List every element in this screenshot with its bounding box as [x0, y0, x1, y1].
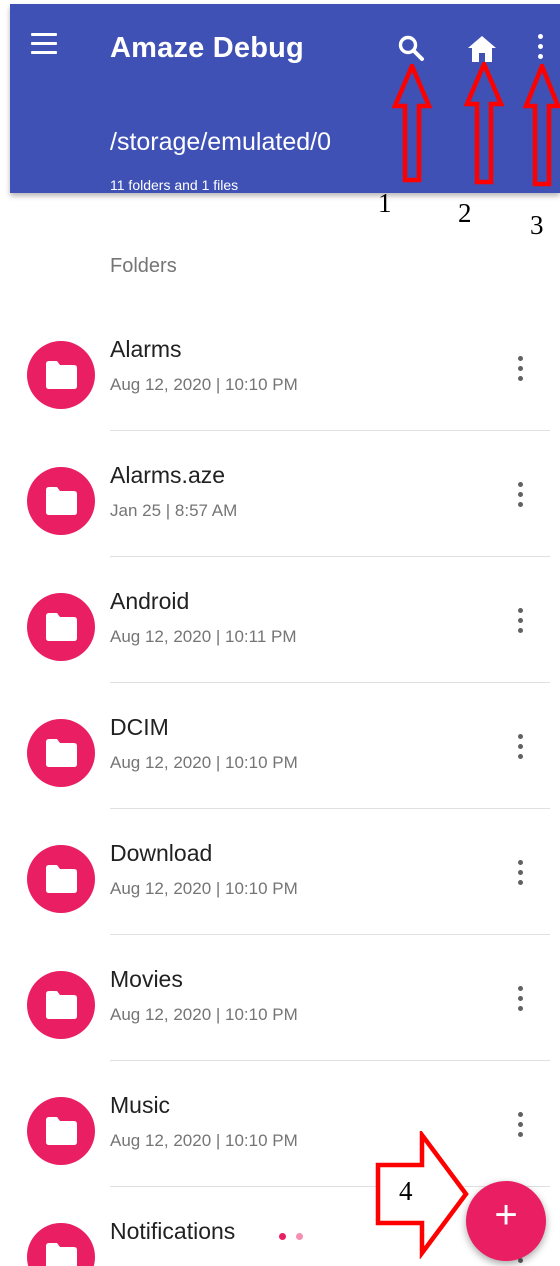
more-vert-icon [518, 860, 523, 865]
menu-button[interactable] [31, 33, 59, 57]
folder-date: Aug 12, 2020 | 10:10 PM [110, 1131, 298, 1150]
folder-icon [27, 341, 95, 409]
folder-date: Aug 12, 2020 | 10:11 PM [110, 627, 297, 646]
divider [110, 556, 550, 557]
menu-icon [31, 33, 57, 36]
folder-date: Aug 12, 2020 | 10:10 PM [110, 753, 298, 772]
current-path: /storage/emulated/0 [110, 128, 331, 156]
more-vert-icon [518, 734, 523, 739]
folder-options-button[interactable] [516, 860, 526, 890]
folder-icon [27, 971, 95, 1039]
folder-icon [27, 467, 95, 535]
divider [110, 934, 550, 935]
app-title: Amaze Debug [110, 32, 304, 64]
folder-icon [27, 593, 95, 661]
folder-options-button[interactable] [516, 1112, 526, 1142]
plus-icon: + [494, 1193, 518, 1237]
folder-icon [27, 845, 95, 913]
folder-item[interactable]: DCIM Aug 12, 2020 | 10:10 PM [0, 694, 560, 820]
home-icon [468, 36, 496, 62]
annotation-arrow-1 [392, 64, 432, 183]
folder-name: Music [110, 1092, 171, 1118]
folder-file-count: 11 folders and 1 files [110, 177, 239, 193]
folder-date: Aug 12, 2020 | 10:10 PM [110, 879, 298, 898]
annotation-arrow-4 [375, 1131, 469, 1259]
annotation-label-4: 4 [399, 1176, 413, 1206]
annotation-arrow-2 [464, 62, 504, 185]
divider [110, 430, 550, 431]
more-options-button[interactable] [536, 34, 546, 64]
annotation-label-3: 3 [530, 210, 544, 240]
more-vert-icon [518, 608, 523, 613]
folder-item[interactable]: Movies Aug 12, 2020 | 10:10 PM [0, 946, 560, 1072]
folder-date: Aug 12, 2020 | 10:10 PM [110, 1005, 298, 1024]
folder-icon [27, 1097, 95, 1165]
divider [110, 682, 550, 683]
folder-item[interactable]: Music Aug 12, 2020 | 10:10 PM [0, 1072, 560, 1198]
annotation-label-1: 1 [378, 188, 392, 218]
annotation-arrow-3 [522, 64, 560, 187]
folder-name: Download [110, 840, 213, 866]
add-fab-button[interactable]: + [466, 1181, 546, 1261]
folder-name: DCIM [110, 714, 169, 740]
folder-options-button[interactable] [516, 608, 526, 638]
folder-item[interactable]: Download Aug 12, 2020 | 10:10 PM [0, 820, 560, 946]
folder-item[interactable]: Alarms.aze Jan 25 | 8:57 AM [0, 442, 560, 568]
folder-name: Alarms.aze [110, 462, 226, 488]
home-button[interactable] [466, 33, 498, 65]
divider [110, 1060, 550, 1061]
annotation-label-2: 2 [458, 198, 472, 228]
search-button[interactable] [397, 34, 425, 62]
folder-name: Alarms [110, 336, 182, 362]
more-vert-icon [518, 482, 523, 487]
more-vert-icon [518, 986, 523, 991]
section-header-folders: Folders [110, 255, 177, 277]
folder-item[interactable]: Android Aug 12, 2020 | 10:11 PM [0, 568, 560, 694]
folder-date: Jan 25 | 8:57 AM [110, 501, 238, 520]
folder-icon [27, 719, 95, 787]
folder-icon [27, 1223, 95, 1266]
folder-name: Movies [110, 966, 183, 992]
more-vert-icon [518, 1112, 523, 1117]
search-icon [398, 35, 424, 61]
folder-options-button[interactable] [516, 734, 526, 764]
folder-options-button[interactable] [516, 356, 526, 386]
more-vert-icon [538, 34, 543, 39]
folder-name: Notifications [110, 1218, 236, 1244]
divider [110, 808, 550, 809]
folder-options-button[interactable] [516, 482, 526, 512]
folder-item[interactable]: Alarms Aug 12, 2020 | 10:10 PM [0, 316, 560, 442]
folder-date: Aug 12, 2020 | 10:10 PM [110, 375, 298, 394]
folder-name: Android [110, 588, 190, 614]
more-vert-icon [518, 356, 523, 361]
folder-options-button[interactable] [516, 986, 526, 1016]
